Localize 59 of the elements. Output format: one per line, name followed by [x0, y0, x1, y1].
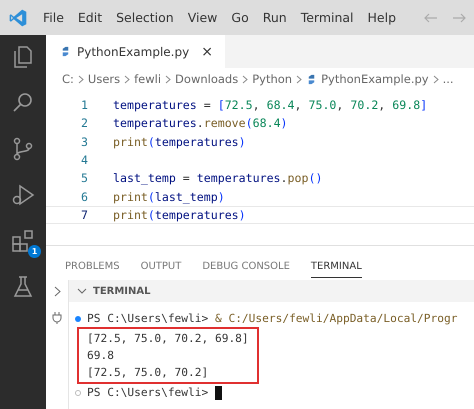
code-line: temperatures.remove(68.4) — [113, 116, 288, 130]
breadcrumb-item[interactable]: Downloads — [175, 72, 238, 86]
code-line: print(temperatures) — [113, 134, 246, 149]
menu-item[interactable]: Help — [368, 10, 396, 25]
line-number: 1 — [80, 98, 89, 112]
chevron-right-icon[interactable] — [54, 286, 60, 297]
flask-icon[interactable] — [11, 275, 35, 299]
line-number: 4 — [80, 153, 89, 168]
line-number: 7 — [80, 208, 89, 222]
panel-tab[interactable]: TERMINAL — [310, 261, 362, 278]
panel-tab[interactable]: DEBUG CONSOLE — [202, 261, 290, 277]
menu-item[interactable]: Terminal — [300, 10, 354, 25]
breadcrumb-item[interactable]: fewli — [134, 72, 162, 86]
run-debug-icon[interactable] — [11, 183, 35, 207]
editor-tab[interactable]: PythonExample.py × — [46, 35, 225, 68]
python-file-icon — [60, 46, 71, 57]
code-line: print(temperatures) — [113, 208, 246, 222]
terminal-prompt: PS C:\Users\fewli> — [87, 386, 210, 399]
plug-icon[interactable] — [52, 311, 62, 324]
breadcrumb-item[interactable]: PythonExample.py — [321, 72, 429, 86]
chevron-right-icon — [432, 74, 439, 84]
breadcrumb-item[interactable]: Users — [88, 72, 120, 86]
terminal-section-header[interactable]: TERMINAL — [93, 286, 151, 296]
python-file-icon — [306, 74, 318, 84]
chevron-right-icon — [124, 74, 130, 84]
code-line: last_temp = temperatures.pop() — [113, 171, 322, 186]
menu-item[interactable]: Selection — [116, 10, 174, 25]
chevron-right-icon — [165, 74, 172, 84]
chevron-down-icon[interactable] — [77, 288, 87, 294]
panel-tab[interactable]: PROBLEMS — [65, 261, 120, 277]
vscode-logo-icon — [8, 8, 28, 28]
terminal-prompt: PS C:\Users\fewli> — [87, 312, 210, 325]
close-tab-button[interactable]: × — [201, 44, 213, 60]
tab-label: PythonExample.py — [77, 44, 190, 58]
branch-icon[interactable] — [11, 137, 35, 161]
breadcrumb-item[interactable]: Python — [252, 72, 292, 86]
menu-item[interactable]: Go — [231, 10, 249, 25]
terminal-output: [72.5, 75.0, 70.2] — [87, 366, 208, 379]
line-number: 2 — [80, 116, 89, 130]
notification-badge: 1 — [28, 245, 41, 258]
line-number: 3 — [80, 134, 89, 149]
line-number: 5 — [80, 171, 89, 186]
panel-tab[interactable]: OUTPUT — [140, 261, 182, 277]
menu-item[interactable]: View — [188, 10, 218, 25]
code-line: print(last_temp) — [113, 190, 225, 204]
terminal-command: & C:/Users/fewli/AppData/Local/Progr — [214, 312, 458, 325]
extensions-icon[interactable] — [11, 229, 35, 253]
breadcrumb-item[interactable]: ... — [442, 72, 454, 86]
terminal-output: 69.8 — [87, 349, 114, 362]
menu-item[interactable]: Run — [262, 10, 287, 25]
chevron-right-icon — [78, 74, 84, 84]
menu-item[interactable]: File — [42, 10, 64, 25]
chevron-right-icon — [242, 74, 248, 84]
chevron-right-icon — [296, 74, 302, 84]
breadcrumb-item[interactable]: C: — [62, 72, 74, 86]
code-line: temperatures = [72.5, 68.4, 75.0, 70.2, 69.8] — [113, 98, 428, 112]
line-number: 6 — [80, 190, 89, 204]
menu-item[interactable]: Edit — [78, 10, 102, 25]
terminal-output: [72.5, 75.0, 70.2, 69.8] — [87, 332, 249, 345]
